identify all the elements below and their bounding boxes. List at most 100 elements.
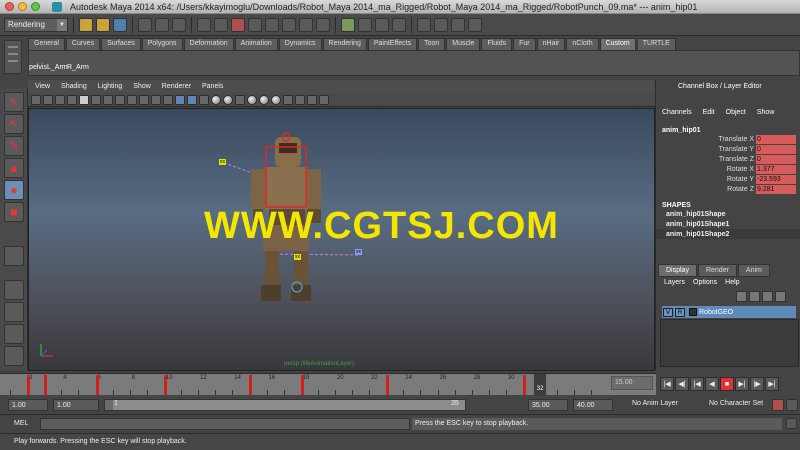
- snap-grid-icon[interactable]: [341, 17, 355, 32]
- step-forward-frame-button[interactable]: ▶|: [735, 377, 749, 391]
- panel-menu-lighting[interactable]: Lighting: [98, 83, 123, 90]
- layout-outliner-icon[interactable]: [4, 324, 24, 344]
- control-tag[interactable]: xx: [294, 254, 301, 260]
- select-component-icon[interactable]: [172, 17, 186, 32]
- attribute-value-field[interactable]: 0: [756, 144, 796, 154]
- move-tool-icon[interactable]: ▲: [4, 158, 24, 178]
- persp-viewport[interactable]: xx xx xx WWW.CGTSJ.COM persp (lifeAnimat…: [28, 108, 655, 371]
- shelf-tab-toon[interactable]: Toon: [418, 38, 446, 50]
- command-input[interactable]: [40, 418, 410, 430]
- depth-of-field-icon[interactable]: [283, 94, 293, 105]
- attribute-name[interactable]: Translate Y: [656, 146, 756, 153]
- command-language-label[interactable]: MEL: [14, 420, 28, 427]
- layout-graph-icon[interactable]: [4, 346, 24, 366]
- mask-curves-icon[interactable]: [231, 17, 245, 32]
- keyframe-marker[interactable]: [523, 375, 526, 395]
- attribute-name[interactable]: Translate X: [656, 136, 756, 143]
- lasso-tool-icon[interactable]: ↖: [4, 114, 24, 134]
- end-time-field[interactable]: 40.00: [573, 399, 613, 411]
- shelf-tab-polygons[interactable]: Polygons: [141, 38, 183, 50]
- shelf-tab-fluids[interactable]: Fluids: [481, 38, 513, 50]
- move-layer-down-icon[interactable]: [775, 291, 786, 302]
- select-tool-icon[interactable]: ↖: [4, 92, 24, 112]
- new-layer-empty-icon[interactable]: [736, 291, 747, 302]
- start-time-field[interactable]: 1.00: [8, 399, 48, 411]
- isolate-select-icon[interactable]: [295, 94, 305, 105]
- multisample-icon[interactable]: [271, 94, 281, 105]
- safe-action-icon[interactable]: [139, 94, 149, 105]
- character-set-dropdown[interactable]: No Character Set: [709, 400, 763, 407]
- playback-end-field[interactable]: 35.00: [528, 399, 568, 411]
- textured-icon[interactable]: [199, 94, 209, 105]
- motion-blur-icon[interactable]: [259, 94, 269, 105]
- shelf-tab-curves[interactable]: Curves: [65, 38, 101, 50]
- xray-joints-icon[interactable]: [307, 94, 317, 105]
- attribute-value-field[interactable]: 0: [756, 154, 796, 164]
- attribute-value-field[interactable]: 0: [756, 134, 796, 144]
- selected-object-name[interactable]: anim_hip01: [656, 122, 800, 134]
- anim-preferences-icon[interactable]: [786, 399, 798, 411]
- keyframe-marker[interactable]: [249, 375, 253, 395]
- select-object-icon[interactable]: [155, 17, 169, 32]
- ipr-render-icon[interactable]: [451, 17, 465, 32]
- channel-menu-show[interactable]: Show: [757, 109, 775, 122]
- attribute-value-field[interactable]: 9.281: [756, 184, 796, 194]
- layer-visibility-toggle[interactable]: V: [663, 307, 673, 317]
- shelf-item-pelvis[interactable]: pelvis: [29, 53, 47, 75]
- channel-menu-channels[interactable]: Channels: [662, 109, 692, 122]
- channel-menu-object[interactable]: Object: [726, 109, 746, 122]
- shelf-tab-general[interactable]: General: [28, 38, 65, 50]
- keyframe-marker[interactable]: [300, 375, 304, 395]
- shelf-tab-animation[interactable]: Animation: [234, 38, 278, 50]
- current-frame-indicator[interactable]: 32: [534, 374, 547, 396]
- attribute-name[interactable]: Translate Z: [656, 156, 756, 163]
- shape-node[interactable]: anim_hip01Shape2: [656, 229, 800, 239]
- shelf-tab-rendering[interactable]: Rendering: [322, 38, 367, 50]
- script-editor-icon[interactable]: [786, 418, 797, 429]
- shadows-icon[interactable]: [223, 94, 233, 105]
- attribute-value-field[interactable]: -23.593: [756, 174, 796, 184]
- shelf-tab-painteffects[interactable]: PaintEffects: [367, 38, 418, 50]
- new-layer-selected-icon[interactable]: [749, 291, 760, 302]
- render-settings-icon[interactable]: [468, 17, 482, 32]
- attribute-name[interactable]: Rotate X: [656, 166, 756, 173]
- layer-tab-anim[interactable]: Anim: [737, 264, 770, 277]
- history-icon[interactable]: [417, 17, 431, 32]
- shelf-tab-surfaces[interactable]: Surfaces: [101, 38, 141, 50]
- keyframe-marker[interactable]: [95, 375, 99, 395]
- shelf-tab-deformation[interactable]: Deformation: [183, 38, 234, 50]
- menu-set-dropdown[interactable]: Rendering ▼: [4, 17, 68, 32]
- smooth-shade-icon[interactable]: [175, 94, 185, 105]
- lock-camera-icon[interactable]: [43, 94, 53, 105]
- bookmarks-icon[interactable]: [55, 94, 65, 105]
- open-scene-icon[interactable]: [96, 17, 110, 32]
- xray-active-icon[interactable]: [319, 94, 329, 105]
- wireframe-on-shaded-icon[interactable]: [187, 94, 197, 105]
- layer-menu-help[interactable]: Help: [725, 279, 739, 286]
- layer-tab-render[interactable]: Render: [697, 264, 737, 277]
- move-layer-up-icon[interactable]: [762, 291, 773, 302]
- control-tag[interactable]: xx: [355, 249, 362, 255]
- panel-menu-renderer[interactable]: Renderer: [162, 83, 191, 90]
- mask-dynamics-icon[interactable]: [282, 17, 296, 32]
- layout-single-icon[interactable]: [4, 280, 24, 300]
- layout-four-icon[interactable]: [4, 302, 24, 322]
- shelf-item-r-arm[interactable]: R_Arm: [67, 53, 89, 75]
- playback-start-field[interactable]: 1.00: [53, 399, 99, 411]
- grid-icon[interactable]: [79, 94, 89, 105]
- snap-point-icon[interactable]: [375, 17, 389, 32]
- shelf-tab-muscle[interactable]: Muscle: [446, 38, 481, 50]
- snap-curve-icon[interactable]: [358, 17, 372, 32]
- layer-color-swatch[interactable]: [689, 308, 697, 316]
- go-to-end-button[interactable]: ▶|: [765, 377, 779, 391]
- attribute-name[interactable]: Rotate Z: [656, 186, 756, 193]
- zoom-window-button[interactable]: [31, 2, 40, 11]
- shelf-tab-dynamics[interactable]: Dynamics: [278, 38, 322, 50]
- attribute-value-field[interactable]: 1.377: [756, 164, 796, 174]
- shape-node[interactable]: anim_hip01Shape: [656, 209, 800, 219]
- mask-joints-icon[interactable]: [214, 17, 228, 32]
- field-chart-icon[interactable]: [127, 94, 137, 105]
- last-tool-icon[interactable]: [4, 246, 24, 266]
- attribute-name[interactable]: Rotate Y: [656, 176, 756, 183]
- range-start-handle[interactable]: [105, 400, 113, 410]
